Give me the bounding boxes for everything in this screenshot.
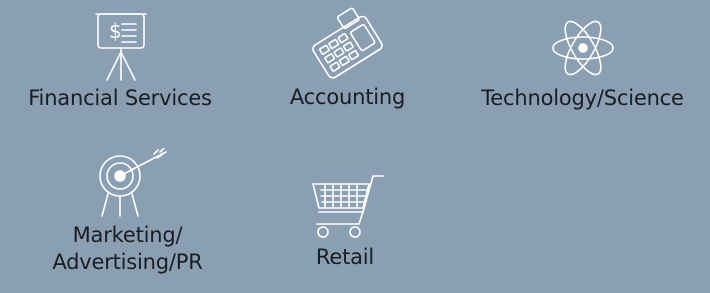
category-technology-science[interactable]: Technology/Science xyxy=(460,10,705,112)
target-arrow-icon xyxy=(98,148,167,217)
category-label: Technology/Science xyxy=(481,86,684,110)
presentation-board-dollar-icon: $ xyxy=(95,13,147,81)
category-label: Financial Services xyxy=(28,86,212,110)
category-label: Marketing/ Advertising/PR xyxy=(52,223,203,274)
category-financial-services[interactable]: $ Financial Services xyxy=(5,8,235,112)
adding-machine-icon xyxy=(311,7,383,79)
category-marketing-advertising-pr[interactable]: Marketing/ Advertising/PR xyxy=(35,148,220,276)
atom-icon xyxy=(551,20,614,76)
category-retail[interactable]: Retail xyxy=(280,170,410,271)
category-accounting[interactable]: Accounting xyxy=(265,4,430,111)
category-label: Accounting xyxy=(289,85,406,109)
svg-text:$: $ xyxy=(109,19,122,43)
shopping-cart-icon xyxy=(312,175,384,238)
category-label: Retail xyxy=(315,245,375,269)
